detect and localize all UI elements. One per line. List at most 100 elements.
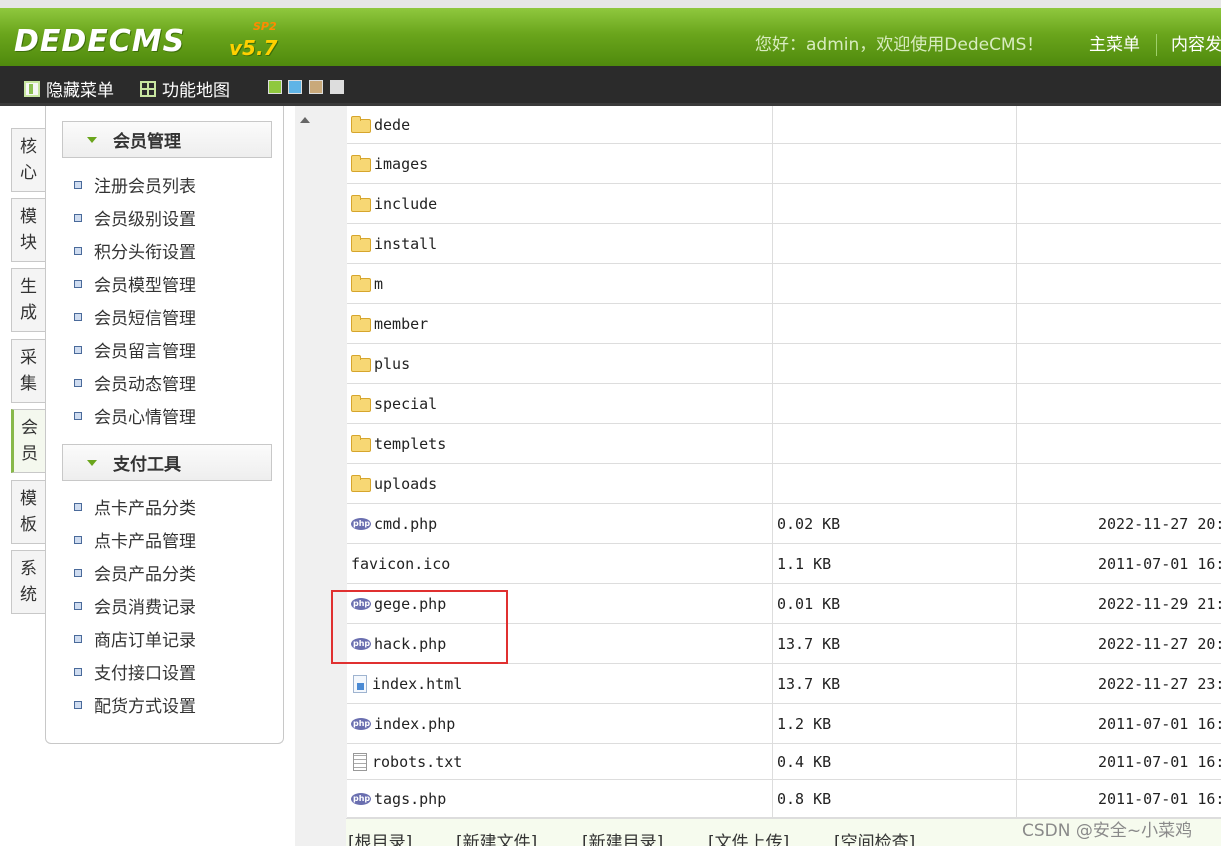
table-row[interactable]: include	[347, 184, 1221, 224]
table-row[interactable]: dede	[347, 106, 1221, 144]
file-name-cell[interactable]: templets	[351, 424, 771, 463]
file-name[interactable]: special	[374, 395, 437, 413]
file-name[interactable]: hack.php	[374, 635, 446, 653]
group-member-management[interactable]: 会员管理	[62, 121, 272, 158]
file-name-cell[interactable]: m	[351, 264, 771, 303]
tab-collect[interactable]: 采集	[11, 339, 45, 403]
tab-core[interactable]: 核心	[11, 128, 45, 192]
function-map-button[interactable]: 功能地图	[140, 76, 230, 101]
bullet-icon	[74, 601, 82, 610]
file-name[interactable]: install	[374, 235, 437, 253]
menu-item-member-guestbook[interactable]: 会员留言管理	[74, 337, 196, 362]
table-row[interactable]: index.php 1.2 KB 2011-07-01 16:	[347, 704, 1221, 744]
table-row[interactable]: tags.php 0.8 KB 2011-07-01 16:	[347, 780, 1221, 818]
file-name-cell[interactable]: member	[351, 304, 771, 343]
menu-item-payment-gateway[interactable]: 支付接口设置	[74, 659, 196, 684]
file-size	[772, 384, 1016, 423]
file-name-cell[interactable]: plus	[351, 344, 771, 383]
table-row[interactable]: hack.php 13.7 KB 2022-11-27 20:	[347, 624, 1221, 664]
file-name[interactable]: uploads	[374, 475, 437, 493]
file-name-cell[interactable]: dede	[351, 106, 771, 143]
table-row[interactable]: gege.php 0.01 KB 2022-11-29 21:	[347, 584, 1221, 624]
file-name-cell[interactable]: favicon.ico	[351, 544, 771, 583]
file-name-cell[interactable]: images	[351, 144, 771, 183]
table-row[interactable]: m	[347, 264, 1221, 304]
table-row[interactable]: cmd.php 0.02 KB 2022-11-27 20:	[347, 504, 1221, 544]
menu-item-shop-orders[interactable]: 商店订单记录	[74, 626, 196, 651]
hide-menu-button[interactable]: 隐藏菜单	[24, 76, 114, 101]
skin-gray-button[interactable]	[330, 80, 344, 94]
menu-item-member-list[interactable]: 注册会员列表	[74, 172, 196, 197]
tab-templates[interactable]: 模板	[11, 480, 45, 544]
table-row[interactable]: index.html 13.7 KB 2022-11-27 23:	[347, 664, 1221, 704]
root-dir-link[interactable]: [根目录]	[348, 828, 412, 846]
table-row[interactable]: member	[347, 304, 1221, 344]
menu-item-delivery-methods[interactable]: 配货方式设置	[74, 692, 196, 717]
folder-icon	[351, 116, 371, 133]
file-name-cell[interactable]: cmd.php	[351, 504, 771, 543]
table-row[interactable]: special	[347, 384, 1221, 424]
file-name[interactable]: tags.php	[374, 790, 446, 808]
file-name[interactable]: member	[374, 315, 428, 333]
tab-modules[interactable]: 模块	[11, 198, 45, 262]
nav-main-menu[interactable]: 主菜单	[1089, 30, 1140, 55]
tab-member[interactable]: 会员	[11, 409, 45, 473]
file-name[interactable]: cmd.php	[374, 515, 437, 533]
table-row[interactable]: favicon.ico 1.1 KB 2011-07-01 16:	[347, 544, 1221, 584]
table-row[interactable]: install	[347, 224, 1221, 264]
table-row[interactable]: robots.txt 0.4 KB 2011-07-01 16:	[347, 744, 1221, 780]
file-name-cell[interactable]: install	[351, 224, 771, 263]
file-name[interactable]: m	[374, 275, 383, 293]
file-name[interactable]: plus	[374, 355, 410, 373]
menu-item-member-sms[interactable]: 会员短信管理	[74, 304, 196, 329]
file-name-cell[interactable]: hack.php	[351, 624, 771, 663]
scroll-up-arrow-icon[interactable]	[300, 117, 310, 123]
skin-blue-button[interactable]	[288, 80, 302, 94]
frame-scrollbar[interactable]	[295, 106, 347, 846]
table-row[interactable]: images	[347, 144, 1221, 184]
file-name-cell[interactable]: index.php	[351, 704, 771, 743]
menu-item-card-category[interactable]: 点卡产品分类	[74, 494, 196, 519]
menu-item-card-products[interactable]: 点卡产品管理	[74, 527, 196, 552]
file-name[interactable]: images	[374, 155, 428, 173]
table-row[interactable]: plus	[347, 344, 1221, 384]
file-name[interactable]: gege.php	[374, 595, 446, 613]
skin-green-button[interactable]	[268, 80, 282, 94]
file-name[interactable]: robots.txt	[372, 753, 462, 771]
file-name[interactable]: dede	[374, 116, 410, 134]
tab-system[interactable]: 系统	[11, 550, 45, 614]
space-check-link[interactable]: [空间检查]	[834, 828, 915, 846]
group-payment-tools[interactable]: 支付工具	[62, 444, 272, 481]
menu-item-member-mood[interactable]: 会员心情管理	[74, 403, 196, 428]
menu-item-member-product-category[interactable]: 会员产品分类	[74, 560, 196, 585]
menu-item-member-feed[interactable]: 会员动态管理	[74, 370, 196, 395]
menu-item-member-model[interactable]: 会员模型管理	[74, 271, 196, 296]
skin-brown-button[interactable]	[309, 80, 323, 94]
file-name-cell[interactable]: special	[351, 384, 771, 423]
file-name-cell[interactable]: uploads	[351, 464, 771, 503]
file-size: 13.7 KB	[772, 664, 1016, 703]
file-name-cell[interactable]: include	[351, 184, 771, 223]
file-name-cell[interactable]: robots.txt	[351, 744, 771, 779]
table-row[interactable]: uploads	[347, 464, 1221, 504]
table-row[interactable]: templets	[347, 424, 1221, 464]
file-name-cell[interactable]: index.html	[351, 664, 771, 703]
new-dir-link[interactable]: [新建目录]	[582, 828, 663, 846]
welcome-text: 您好：admin，欢迎使用DedeCMS！	[755, 35, 1044, 55]
menu-item-points-title[interactable]: 积分头衔设置	[74, 238, 196, 263]
tab-generate[interactable]: 生成	[11, 268, 45, 332]
file-name-cell[interactable]: tags.php	[351, 780, 771, 817]
nav-content[interactable]: 内容发	[1171, 30, 1221, 55]
file-name[interactable]: index.php	[374, 715, 455, 733]
upload-file-link[interactable]: [文件上传]	[708, 828, 789, 846]
file-size	[772, 224, 1016, 263]
menu-item-member-level[interactable]: 会员级别设置	[74, 205, 196, 230]
menu-item-label: 会员动态管理	[94, 375, 196, 395]
file-name[interactable]: templets	[374, 435, 446, 453]
file-name[interactable]: favicon.ico	[351, 555, 450, 573]
file-name-cell[interactable]: gege.php	[351, 584, 771, 623]
new-file-link[interactable]: [新建文件]	[456, 828, 537, 846]
file-name[interactable]: index.html	[372, 675, 462, 693]
menu-item-consumption-records[interactable]: 会员消费记录	[74, 593, 196, 618]
file-name[interactable]: include	[374, 195, 437, 213]
